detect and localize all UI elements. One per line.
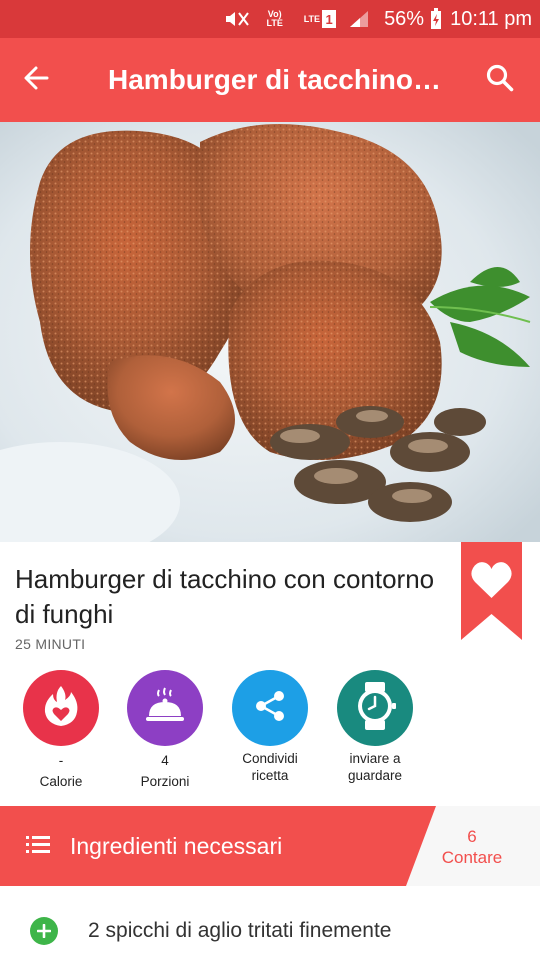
servings-action[interactable]: 4 Porzioni <box>110 668 220 790</box>
battery-percentage: 56% <box>384 7 425 30</box>
ingredients-header[interactable]: Ingredienti necessari 6 Contare <box>0 806 540 886</box>
volte-indicator: Vo) LTE <box>266 9 283 28</box>
ingredient-text: 2 spicchi di aglio tritati finemente <box>88 919 392 942</box>
serving-dish-icon <box>143 686 187 731</box>
app-bar: Hamburger di tacchino… <box>0 38 540 122</box>
calories-action[interactable]: - Calorie <box>6 668 116 790</box>
watch-label-line1: inviare a <box>349 751 401 766</box>
favorite-bookmark-button[interactable] <box>461 542 522 640</box>
lte-indicator: LTE <box>303 13 321 24</box>
ingredients-count-value: 6 <box>467 827 477 846</box>
recipe-photo <box>0 122 540 542</box>
plus-icon <box>36 917 52 945</box>
ingredients-count: 6 Contare <box>420 826 524 868</box>
search-icon <box>485 63 515 98</box>
watch-label-line2: guardare <box>347 768 403 783</box>
search-button[interactable] <box>478 58 522 102</box>
back-button[interactable] <box>0 38 72 122</box>
watch-circle[interactable] <box>337 670 413 746</box>
share-label-line2: ricetta <box>251 768 289 783</box>
watch-icon <box>351 680 399 737</box>
share-icon <box>253 689 287 728</box>
add-ingredient-button[interactable] <box>30 917 58 945</box>
recipe-duration: 25 MINUTI <box>15 636 86 652</box>
clock: 10:11 pm <box>450 7 532 30</box>
signal-icon <box>348 9 370 29</box>
calories-circle[interactable] <box>23 670 99 746</box>
servings-circle[interactable] <box>127 670 203 746</box>
recipe-title: Hamburger di tacchino con contorno di fu… <box>15 564 435 629</box>
servings-label: Porzioni <box>140 774 190 789</box>
share-circle[interactable] <box>232 670 308 746</box>
servings-value: 4 <box>161 753 169 768</box>
mute-icon <box>224 9 250 29</box>
page-title: Hamburger di tacchino… <box>108 64 441 95</box>
send-to-watch-action[interactable]: inviare a guardare <box>320 668 430 784</box>
sim-slot-indicator: 1 <box>322 10 337 28</box>
ingredients-title: Ingredienti necessari <box>70 833 283 859</box>
battery-charging-icon <box>430 8 442 30</box>
share-recipe-action[interactable]: Condividi ricetta <box>215 668 325 784</box>
status-bar: Vo) LTE LTE 1 56% 10:11 pm <box>0 0 540 38</box>
calories-label: Calorie <box>39 774 83 789</box>
share-label-line1: Condividi <box>242 751 298 766</box>
arrow-back-icon <box>23 65 49 96</box>
flame-heart-icon <box>41 684 81 733</box>
list-icon <box>26 834 50 856</box>
recipe-actions: - Calorie 4 Porzioni Condividi ricetta i… <box>0 668 540 790</box>
calories-value: - <box>58 753 64 768</box>
ingredients-count-label: Contare <box>441 848 503 867</box>
ingredient-row[interactable]: 2 spicchi di aglio tritati finemente <box>0 905 540 960</box>
